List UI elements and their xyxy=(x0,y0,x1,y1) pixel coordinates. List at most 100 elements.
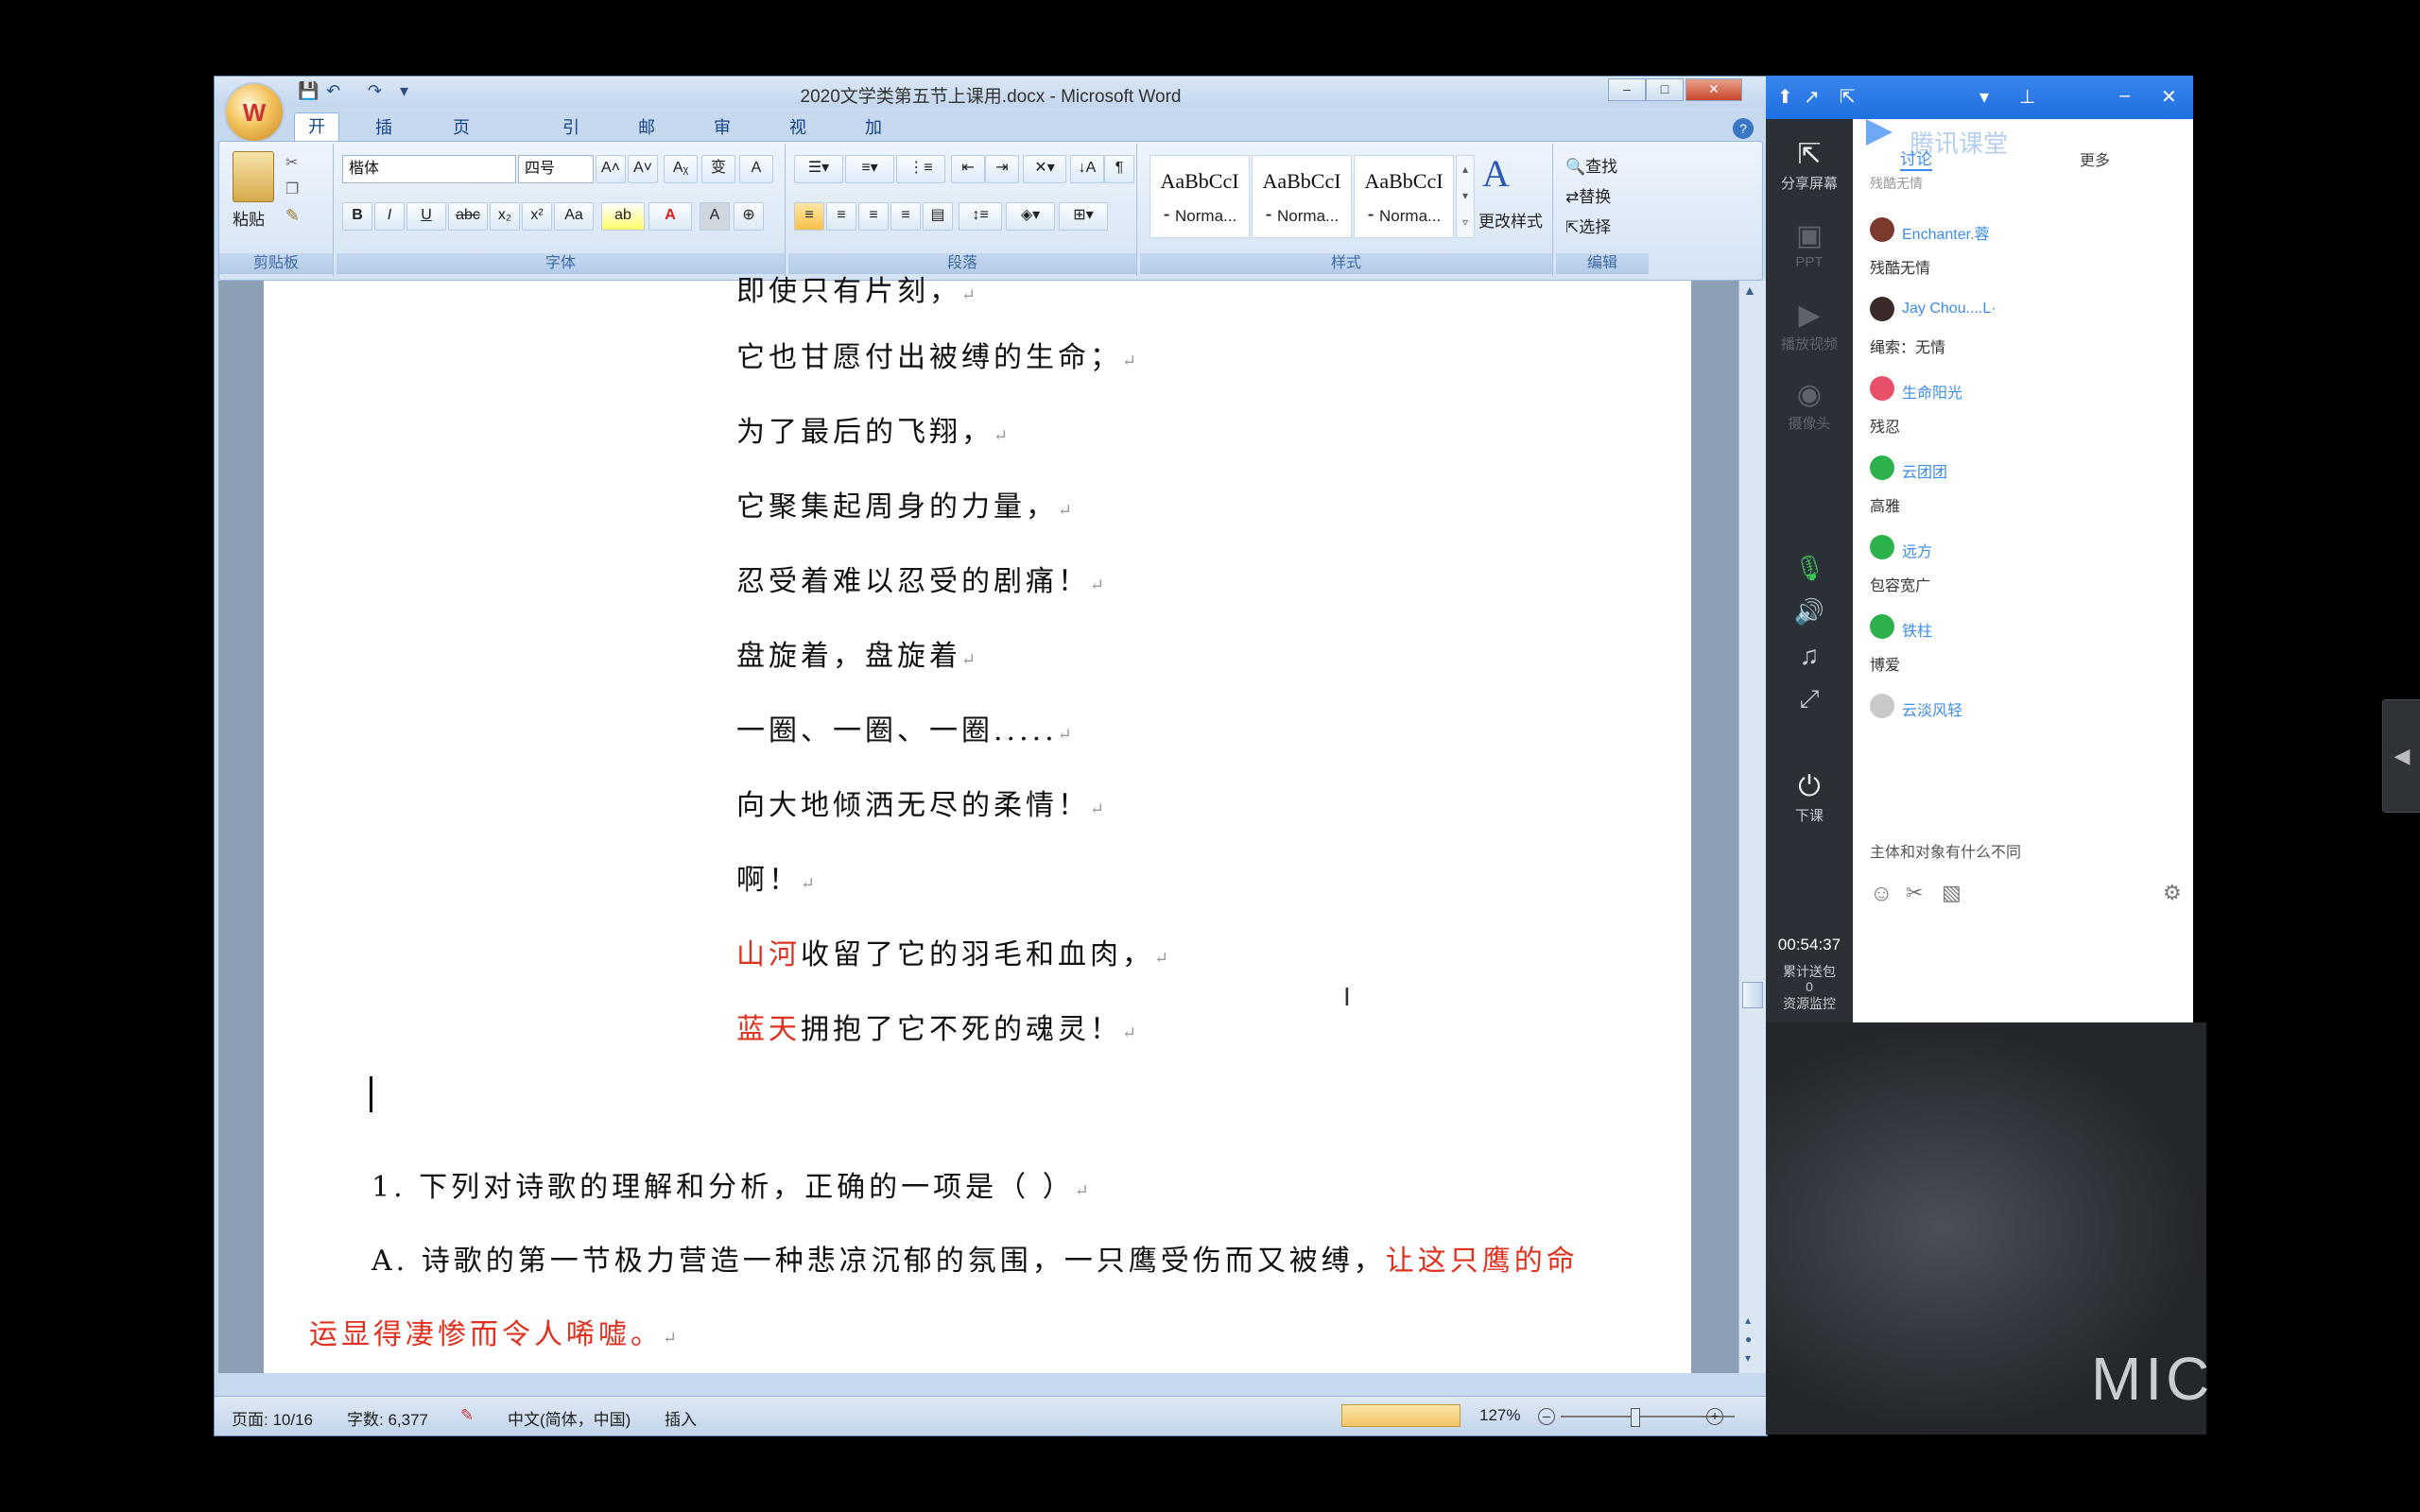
status-insert-mode[interactable]: 插入 xyxy=(665,1406,697,1430)
select-button[interactable]: ⇱选择 xyxy=(1565,214,1611,237)
shading-button[interactable]: ◈▾ xyxy=(1006,202,1055,231)
user-avatar[interactable] xyxy=(1870,614,1894,639)
dropdown-icon[interactable]: ▾ xyxy=(1979,85,1989,109)
underline-button[interactable]: U xyxy=(406,202,446,231)
align-right-button[interactable]: ≡ xyxy=(858,202,889,231)
expand-icon[interactable]: ⤢ xyxy=(1766,684,1853,714)
music-icon[interactable]: ♫ xyxy=(1766,641,1853,671)
play-video-button[interactable]: ▶ 播放视频 xyxy=(1766,299,1853,353)
status-page[interactable]: 页面: 10/16 xyxy=(232,1406,313,1430)
qat-more-icon[interactable]: ▾ xyxy=(400,81,408,101)
chat-input[interactable]: 主体和对象有什么不同 xyxy=(1870,839,2021,862)
tab-view[interactable]: 视图 xyxy=(776,114,820,163)
line-spacing-button[interactable]: ↕≡ xyxy=(959,202,1002,231)
borders-button[interactable]: ⊞▾ xyxy=(1059,202,1108,231)
proofing-icon[interactable]: ✎ xyxy=(460,1406,474,1425)
save-icon[interactable]: 💾 xyxy=(298,81,319,101)
tab-page-layout[interactable]: 页面布局 xyxy=(440,114,483,216)
undo-icon[interactable]: ↶ xyxy=(326,81,340,101)
user-avatar[interactable] xyxy=(1870,217,1894,242)
share-icon[interactable]: ↗ xyxy=(1804,85,1820,109)
style-normal-3[interactable]: AaBbCcI ⁃ Norma... xyxy=(1354,155,1454,238)
grow-font-button[interactable]: A˄ xyxy=(596,155,626,183)
char-border-button[interactable]: A xyxy=(739,155,773,183)
tab-insert[interactable]: 插入 xyxy=(362,114,406,163)
office-button[interactable]: W xyxy=(224,82,285,143)
scroll-up-icon[interactable]: ▲ xyxy=(1743,283,1756,298)
end-class-button[interactable]: ⏻ 下课 xyxy=(1766,771,1853,825)
minimize-icon[interactable]: – xyxy=(2119,85,2130,107)
subscript-button[interactable]: x₂ xyxy=(490,202,520,231)
tab-addins[interactable]: 加载项 xyxy=(852,114,895,190)
emoji-icon[interactable]: ☺ xyxy=(1870,881,1893,907)
chat-username[interactable]: 铁柱 xyxy=(1902,618,1932,641)
image-icon[interactable]: ▧ xyxy=(1942,881,1962,905)
change-case-button[interactable]: Aa xyxy=(554,202,594,231)
increase-indent-button[interactable]: ⇥ xyxy=(985,155,1019,183)
format-painter-icon[interactable]: ✎ xyxy=(285,206,300,226)
bold-button[interactable]: B xyxy=(342,202,372,231)
styles-scroll[interactable]: ▴ ▾ ▿ xyxy=(1456,155,1475,238)
tab-discuss[interactable]: 讨论 xyxy=(1900,146,1932,171)
vertical-scrollbar[interactable]: ▲ ▴ ● ▾ xyxy=(1738,281,1766,1373)
chat-username[interactable]: Jay Chou....L· xyxy=(1902,301,1996,318)
multilevel-list-button[interactable]: ⋮≡ xyxy=(896,155,945,183)
user-avatar[interactable] xyxy=(1870,535,1894,559)
shrink-font-button[interactable]: A˅ xyxy=(628,155,658,183)
ppt-button[interactable]: ▣ PPT xyxy=(1766,219,1853,270)
asian-layout-button[interactable]: ✕▾ xyxy=(1023,155,1066,183)
zoom-in-icon[interactable]: + xyxy=(1706,1408,1723,1425)
user-avatar[interactable] xyxy=(1870,297,1894,321)
sort-button[interactable]: ↓A xyxy=(1070,155,1104,183)
font-color-button[interactable]: A xyxy=(648,202,692,231)
font-name-select[interactable]: 楷体 xyxy=(342,155,516,183)
copy-icon[interactable]: ❐ xyxy=(285,180,299,198)
cut-icon[interactable]: ✂ xyxy=(285,153,298,172)
justify-button[interactable]: ≡ xyxy=(890,202,921,231)
collapse-arrow-icon[interactable]: ◀ xyxy=(2382,699,2420,813)
close-icon[interactable]: ✕ xyxy=(2161,85,2177,109)
share-screen-button[interactable]: ⇱ 分享屏幕 xyxy=(1766,138,1853,193)
numbering-button[interactable]: ≡▾ xyxy=(845,155,894,183)
upload-icon[interactable]: ⬆ xyxy=(1777,85,1793,109)
settings-icon[interactable]: ⚙ xyxy=(2163,881,2182,905)
status-words[interactable]: 字数: 6,377 xyxy=(347,1406,428,1430)
align-left-button[interactable]: ≡ xyxy=(794,202,824,231)
tab-mailings[interactable]: 邮件 xyxy=(625,114,668,163)
help-icon[interactable]: ? xyxy=(1733,118,1754,139)
chat-username[interactable]: Enchanter.蓉 xyxy=(1902,221,1990,244)
user-avatar[interactable] xyxy=(1870,376,1894,401)
paste-button[interactable]: 粘贴 xyxy=(233,206,265,230)
document-page[interactable]: 即使只有片刻，↵ 它也甘愿付出被缚的生命；↵ 为了最后的飞翔，↵ 它聚集起周身的力量… xyxy=(264,275,1691,1373)
pin-icon[interactable]: ⊥ xyxy=(2019,85,2035,109)
bullets-button[interactable]: ☰▾ xyxy=(794,155,843,183)
status-zoom[interactable]: 127% xyxy=(1479,1406,1520,1425)
zoom-out-icon[interactable]: – xyxy=(1538,1408,1555,1425)
chat-username[interactable]: 云淡风轻 xyxy=(1902,697,1962,720)
chat-username[interactable]: 生命阳光 xyxy=(1902,380,1962,403)
scissors-icon[interactable]: ✂ xyxy=(1906,881,1923,905)
view-buttons[interactable] xyxy=(1341,1404,1461,1427)
decrease-indent-button[interactable]: ⇤ xyxy=(951,155,985,183)
show-marks-button[interactable]: ¶ xyxy=(1104,155,1134,183)
mic-icon[interactable]: 🎙 xyxy=(1766,554,1853,583)
chat-username[interactable]: 远方 xyxy=(1902,539,1932,561)
minimize-button[interactable]: – xyxy=(1608,78,1646,101)
replace-button[interactable]: ⇄替换 xyxy=(1565,183,1611,207)
phonetic-button[interactable]: 变 xyxy=(701,155,735,183)
change-styles-button[interactable]: 更改样式 xyxy=(1478,208,1543,232)
maximize-button[interactable]: □ xyxy=(1646,78,1684,101)
chat-username[interactable]: 云团团 xyxy=(1902,459,1947,482)
strikethrough-button[interactable]: abc xyxy=(448,202,488,231)
zoom-slider-thumb[interactable] xyxy=(1631,1408,1640,1427)
enclose-char-button[interactable]: ⊕ xyxy=(734,202,764,231)
browse-object-icon[interactable]: ▴ ● ▾ xyxy=(1745,1311,1752,1367)
font-size-select[interactable]: 四号 xyxy=(518,155,594,183)
tab-home[interactable]: 开始 xyxy=(294,112,339,163)
tab-review[interactable]: 审阅 xyxy=(700,114,744,163)
close-button[interactable]: ✕ xyxy=(1685,78,1742,101)
clear-format-button[interactable]: Aᵪ xyxy=(664,155,698,183)
find-button[interactable]: 🔍查找 xyxy=(1565,153,1617,177)
style-normal-1[interactable]: AaBbCcI ⁃ Norma... xyxy=(1150,155,1250,238)
char-shading-button[interactable]: A xyxy=(700,202,730,231)
